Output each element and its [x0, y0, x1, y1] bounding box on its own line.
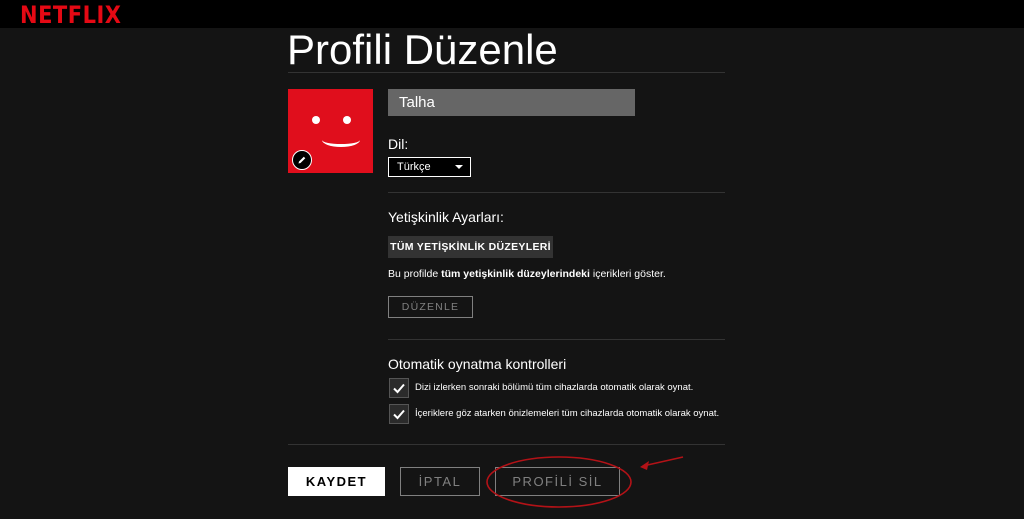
- language-label: Dil:: [388, 136, 409, 152]
- annotation-arrowhead-icon: [640, 461, 649, 470]
- annotation-overlay: [486, 456, 684, 508]
- maturity-description: Bu profilde tüm yetişkinlik düzeylerinde…: [388, 268, 666, 280]
- autoplay-previews-checkbox[interactable]: [389, 404, 409, 424]
- annotation-arrow-line: [642, 456, 684, 467]
- maturity-description-prefix: Bu profilde: [388, 268, 442, 280]
- language-select[interactable]: Türkçe: [388, 157, 471, 177]
- actions-divider: [288, 444, 725, 445]
- smiley-face-icon: [322, 133, 360, 147]
- maturity-heading: Yetişkinlik Ayarları:: [388, 209, 504, 225]
- language-divider: [388, 192, 725, 193]
- checkmark-icon: [393, 409, 405, 420]
- avatar-right-eye: [343, 116, 351, 124]
- language-select-value: Türkçe: [397, 161, 431, 173]
- delete-profile-button[interactable]: PROFİLİ SİL: [495, 467, 620, 496]
- cancel-button[interactable]: İPTAL: [400, 467, 480, 496]
- checkmark-icon: [393, 383, 405, 394]
- maturity-edit-button[interactable]: DÜZENLE: [388, 296, 473, 318]
- autoplay-heading: Otomatik oynatma kontrolleri: [388, 356, 567, 372]
- autoplay-next-episode-label: Dizi izlerken sonraki bölümü tüm cihazla…: [415, 382, 694, 393]
- autoplay-next-episode-checkbox[interactable]: [389, 378, 409, 398]
- title-divider: [288, 72, 725, 73]
- maturity-description-suffix: içerikleri göster.: [589, 268, 666, 280]
- page-title: Profili Düzenle: [287, 26, 558, 73]
- profile-name-input[interactable]: [388, 89, 635, 116]
- maturity-divider: [388, 339, 725, 340]
- maturity-level-badge[interactable]: TÜM YETİŞKİNLİK DÜZEYLERİ: [388, 236, 553, 258]
- autoplay-previews-label: İçeriklere göz atarken önizlemeleri tüm …: [415, 408, 720, 419]
- pencil-icon[interactable]: [292, 150, 312, 170]
- chevron-down-icon: [455, 165, 463, 169]
- save-button[interactable]: KAYDET: [288, 467, 385, 496]
- netflix-logo[interactable]: NETFLIX: [20, 1, 121, 29]
- maturity-description-bold: tüm yetişkinlik düzeylerindeki: [441, 268, 590, 280]
- avatar-left-eye: [312, 116, 320, 124]
